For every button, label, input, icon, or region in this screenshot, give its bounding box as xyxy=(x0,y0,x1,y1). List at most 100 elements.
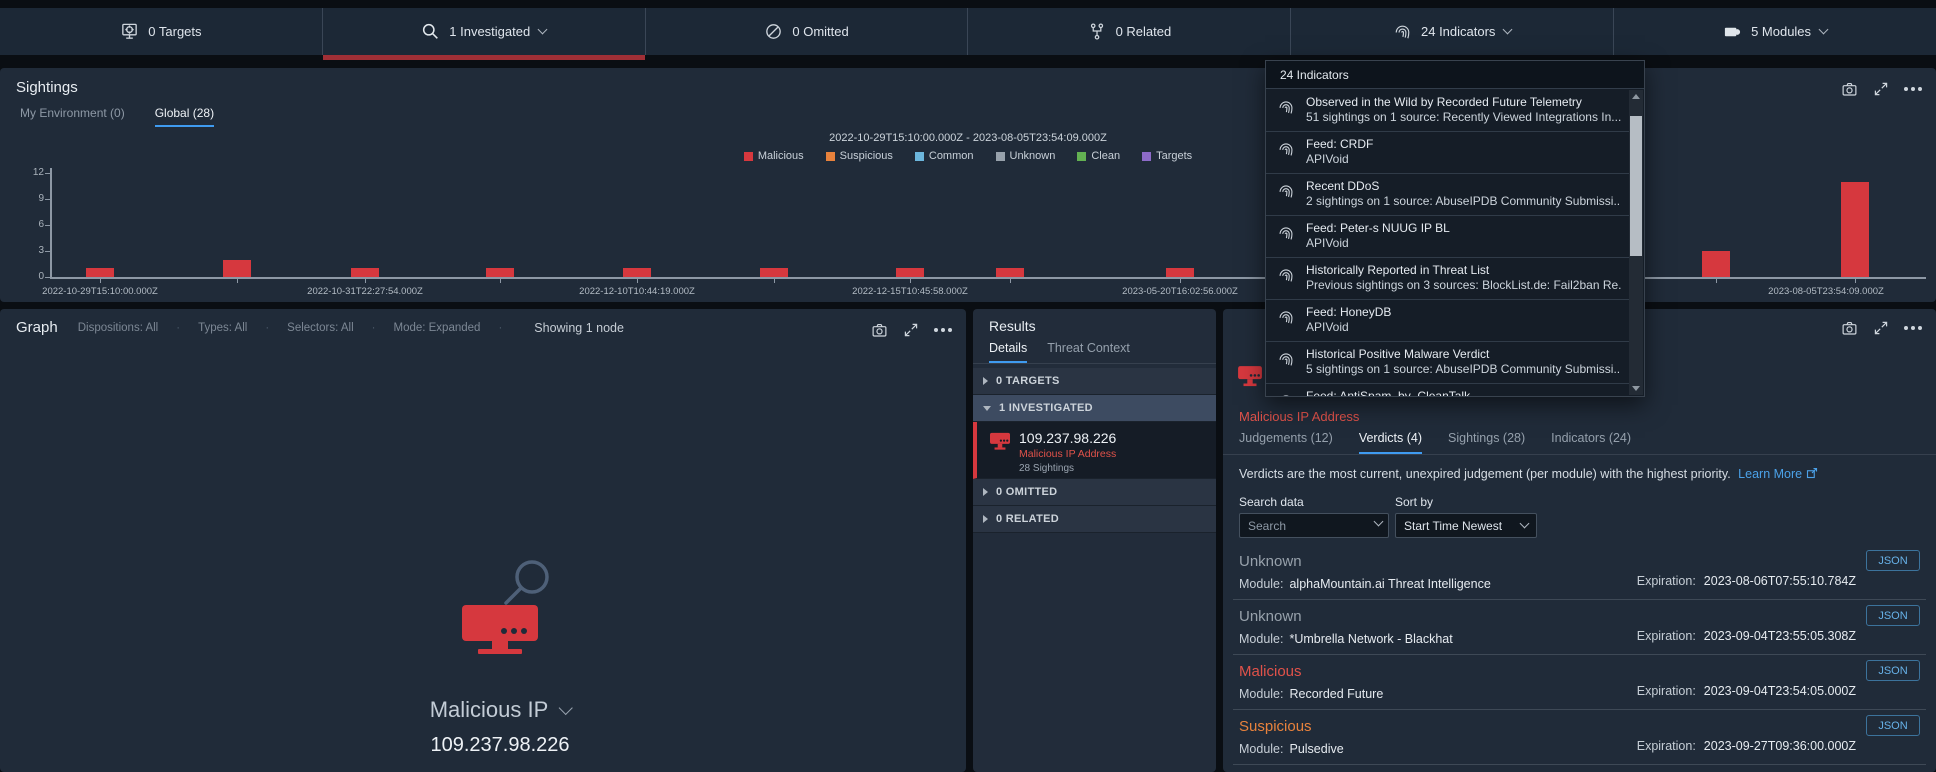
results-section-targets[interactable]: 0 TARGETS xyxy=(973,368,1216,395)
nav-tab-modules[interactable]: 5 Modules xyxy=(1614,8,1936,55)
filter-dispositions[interactable]: Dispositions: All xyxy=(78,322,180,334)
x-axis-tick xyxy=(637,279,638,283)
sort-dropdown[interactable]: Start Time Newest xyxy=(1395,513,1537,538)
snapshot-icon[interactable] xyxy=(870,321,888,339)
results-section-related[interactable]: 0 RELATED xyxy=(973,506,1216,533)
nav-tab-label: 1 Investigated xyxy=(449,24,530,39)
filter-selectors[interactable]: Selectors: All xyxy=(287,322,375,334)
tab-threat-context[interactable]: Threat Context xyxy=(1047,341,1130,363)
nav-tab-targets[interactable]: 0 Targets xyxy=(0,8,323,55)
scroll-down-icon[interactable] xyxy=(1629,382,1643,395)
learn-more-link[interactable]: Learn More xyxy=(1738,467,1802,481)
tab-sightings[interactable]: Sightings (28) xyxy=(1448,431,1525,454)
filter-mode[interactable]: Mode: Expanded xyxy=(393,322,502,334)
indicator-list-item[interactable]: Recent DDoS 2 sightings on 1 source: Abu… xyxy=(1266,174,1629,216)
more-options-icon[interactable] xyxy=(1904,319,1922,337)
item-sightings-count: 28 Sightings xyxy=(1019,463,1208,474)
x-axis-tick-label: 2023-05-20T16:02:56.000Z xyxy=(1090,286,1270,297)
indicators-dropdown: 24 Indicators Observed in the Wild by Re… xyxy=(1265,60,1645,397)
indicator-list-item[interactable]: Feed: CRDF APIVoid xyxy=(1266,132,1629,174)
app-root: 0 Targets 1 Investigated 0 Omitted xyxy=(0,0,1936,772)
indicator-list-item[interactable]: Feed: AntiSpam_by_CleanTalk APIVoid xyxy=(1266,384,1629,396)
sort-by-label: Sort by xyxy=(1395,495,1433,509)
target-icon xyxy=(120,22,139,41)
verdicts-description: Verdicts are the most current, unexpired… xyxy=(1239,467,1818,481)
graph-node-ip: 109.237.98.226 xyxy=(430,734,569,757)
module-label: Module: xyxy=(1239,577,1283,591)
nav-tab-omitted[interactable]: 0 Omitted xyxy=(646,8,969,55)
graph-node-type[interactable]: Malicious IP xyxy=(430,697,571,723)
indicator-list-item[interactable]: Feed: HoneyDB APIVoid xyxy=(1266,300,1629,342)
more-options-icon[interactable] xyxy=(934,321,952,339)
nav-tab-label: 5 Modules xyxy=(1751,24,1811,39)
expiration-value: 2023-08-06T07:55:10.784Z xyxy=(1704,574,1856,588)
chevron-down-icon xyxy=(558,701,572,715)
results-section-investigated[interactable]: 1 INVESTIGATED xyxy=(973,395,1216,422)
nav-tab-label: 0 Related xyxy=(1116,24,1172,39)
related-icon xyxy=(1088,22,1107,41)
section-label: 1 INVESTIGATED xyxy=(999,402,1093,414)
x-axis-tick-label: 2022-10-29T15:10:00.000Z xyxy=(10,286,190,297)
search-icon xyxy=(421,22,440,41)
indicators-list: Observed in the Wild by Recorded Future … xyxy=(1266,90,1629,396)
tab-verdicts[interactable]: Verdicts (4) xyxy=(1359,431,1422,454)
json-button[interactable]: JSON xyxy=(1866,660,1920,681)
filter-types[interactable]: Types: All xyxy=(198,322,269,334)
indicator-subtitle: Previous sightings on 3 sources: BlockLi… xyxy=(1306,278,1621,293)
x-axis-tick xyxy=(774,279,775,283)
investigated-item-row[interactable]: 109.237.98.226 Malicious IP Address 28 S… xyxy=(973,422,1216,479)
verdict-row: Suspicious Module:Pulsedive Expiration:2… xyxy=(1233,710,1926,765)
scrollbar[interactable] xyxy=(1629,90,1643,395)
module-name: Recorded Future xyxy=(1289,687,1383,701)
indicator-subtitle: APIVoid xyxy=(1306,152,1621,167)
results-section-omitted[interactable]: 0 OMITTED xyxy=(973,479,1216,506)
nav-tab-related[interactable]: 0 Related xyxy=(968,8,1291,55)
indicator-list-item[interactable]: Observed in the Wild by Recorded Future … xyxy=(1266,90,1629,132)
indicator-list-item[interactable]: Historical Positive Malware Verdict 5 si… xyxy=(1266,342,1629,384)
detail-type-label: Malicious IP Address xyxy=(1239,409,1359,424)
json-button[interactable]: JSON xyxy=(1866,605,1920,626)
json-button[interactable]: JSON xyxy=(1866,550,1920,571)
sightings-bar xyxy=(760,268,788,277)
indicator-list-item[interactable]: Feed: Peter-s NUUG IP BL APIVoid xyxy=(1266,216,1629,258)
sightings-chart: 0369122022-10-29T15:10:00.000Z2022-10-31… xyxy=(0,68,1936,302)
expiration-label: Expiration: xyxy=(1637,574,1696,588)
tab-details[interactable]: Details xyxy=(989,341,1027,363)
fingerprint-icon xyxy=(1277,182,1295,200)
graph-title: Graph xyxy=(16,319,58,336)
scroll-up-icon[interactable] xyxy=(1629,90,1643,103)
top-nav: 0 Targets 1 Investigated 0 Omitted xyxy=(0,8,1936,55)
nav-tab-investigated[interactable]: 1 Investigated xyxy=(323,8,646,55)
sort-value: Start Time Newest xyxy=(1404,519,1502,533)
indicator-subtitle: 5 sightings on 1 source: AbuseIPDB Commu… xyxy=(1306,362,1621,377)
expiration-value: 2023-09-04T23:55:05.308Z xyxy=(1704,629,1856,643)
json-button[interactable]: JSON xyxy=(1866,715,1920,736)
indicator-title: Historically Reported in Threat List xyxy=(1306,263,1621,278)
y-axis-tick-label: 9 xyxy=(18,193,44,204)
nav-tab-indicators[interactable]: 24 Indicators xyxy=(1291,8,1614,55)
x-axis-tick xyxy=(500,279,501,283)
sightings-bar xyxy=(351,268,379,277)
graph-node-malicious-ip[interactable] xyxy=(440,559,560,668)
indicator-subtitle: 51 sightings on 1 source: Recently Viewe… xyxy=(1306,110,1621,125)
x-axis-tick-label: 2022-10-31T22:27:54.000Z xyxy=(275,286,455,297)
tab-indicators[interactable]: Indicators (24) xyxy=(1551,431,1631,454)
results-panel: Results Details Threat Context 0 TARGETS… xyxy=(973,309,1216,772)
search-input[interactable] xyxy=(1239,513,1389,538)
item-type: Malicious IP Address xyxy=(1019,448,1208,460)
sightings-bar xyxy=(486,268,514,277)
fingerprint-icon xyxy=(1393,22,1412,41)
x-axis-tick-label: 2022-12-15T10:45:58.000Z xyxy=(820,286,1000,297)
detail-tabs: Judgements (12) Verdicts (4) Sightings (… xyxy=(1223,431,1936,455)
graph-node-count: Showing 1 node xyxy=(534,321,624,335)
sightings-bar xyxy=(1166,268,1194,277)
snapshot-icon[interactable] xyxy=(1840,319,1858,337)
chevron-right-icon xyxy=(983,515,988,523)
sightings-panel: Sightings My Environment (0) Global (28)… xyxy=(0,68,1936,302)
expand-icon[interactable] xyxy=(1872,319,1890,337)
tab-judgements[interactable]: Judgements (12) xyxy=(1239,431,1333,454)
sightings-bar xyxy=(896,268,924,277)
scrollbar-thumb[interactable] xyxy=(1630,116,1642,256)
indicator-list-item[interactable]: Historically Reported in Threat List Pre… xyxy=(1266,258,1629,300)
expand-icon[interactable] xyxy=(902,321,920,339)
